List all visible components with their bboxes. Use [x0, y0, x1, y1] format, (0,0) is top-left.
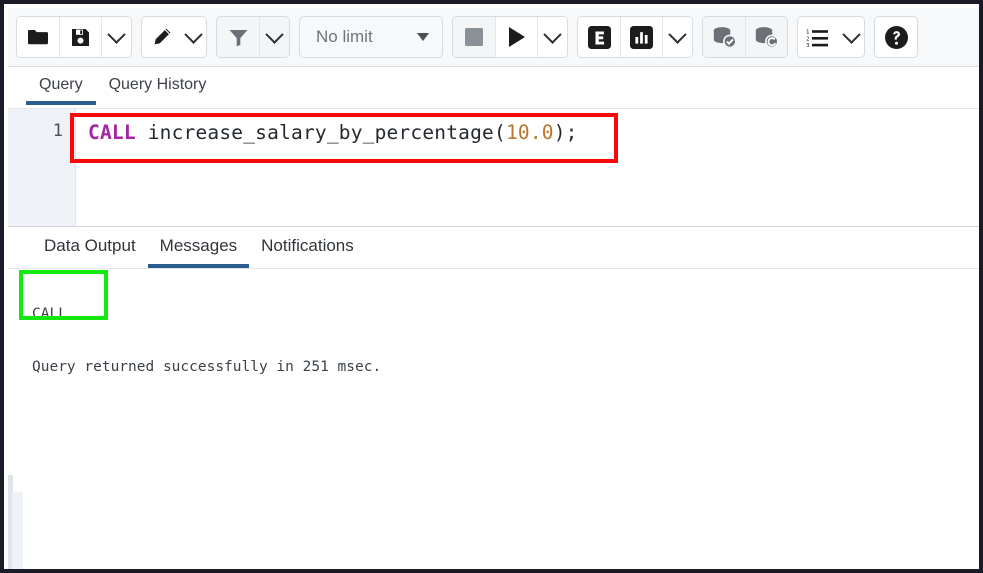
messages-output: CALL Query returned successfully in 251 …	[8, 269, 983, 573]
tab-query-history-label: Query History	[109, 76, 207, 93]
chevron-down-icon	[842, 25, 860, 43]
vertical-scrollbar[interactable]	[12, 492, 23, 573]
tab-query-history[interactable]: Query History	[96, 67, 220, 104]
output-panel: Data Output Messages Notifications CALL …	[8, 226, 983, 573]
explain-options-dropdown[interactable]	[662, 17, 692, 57]
toolbar: No limit	[8, 8, 983, 67]
tab-notifications-label: Notifications	[261, 236, 354, 255]
save-file-button[interactable]	[59, 17, 101, 57]
floppy-disk-save-icon	[71, 28, 90, 47]
sql-editor[interactable]: 1 CALL increase_salary_by_percentage(10.…	[8, 108, 983, 226]
folder-icon	[27, 28, 49, 46]
chevron-down-icon	[668, 25, 686, 43]
macros-options-dropdown[interactable]	[838, 17, 864, 57]
explain-button-group	[577, 16, 693, 58]
pencil-icon	[151, 27, 172, 48]
database-commit-icon	[712, 26, 737, 48]
chevron-down-icon	[417, 33, 429, 41]
edit-options-dropdown[interactable]	[180, 17, 206, 57]
window-content: No limit	[8, 8, 983, 573]
tab-data-output[interactable]: Data Output	[32, 227, 148, 267]
chevron-down-icon	[265, 25, 283, 43]
message-line-status: Query returned successfully in 251 msec.	[32, 359, 381, 375]
row-limit-value: No limit	[316, 27, 373, 47]
database-rollback-icon	[754, 26, 779, 48]
svg-text:2: 2	[806, 36, 810, 42]
sql-number: 10.0	[506, 121, 554, 144]
svg-text:3: 3	[806, 43, 810, 48]
funnel-filter-icon	[228, 28, 249, 47]
rollback-button[interactable]	[745, 17, 787, 57]
execute-button[interactable]	[495, 17, 537, 57]
bar-chart-icon	[630, 26, 653, 49]
sql-paren-open: (	[494, 121, 506, 144]
explain-analyze-button[interactable]	[620, 17, 662, 57]
play-triangle-icon	[508, 27, 525, 47]
commit-button[interactable]	[703, 17, 745, 57]
tab-notifications[interactable]: Notifications	[249, 227, 366, 267]
file-button-group	[16, 16, 132, 58]
filter-button-group	[216, 16, 290, 58]
sql-keyword: CALL	[88, 121, 136, 144]
stop-button[interactable]	[453, 17, 495, 57]
question-mark-help-icon	[884, 25, 909, 50]
message-line-call: CALL	[32, 306, 67, 322]
help-button[interactable]	[874, 16, 918, 58]
execute-options-dropdown[interactable]	[537, 17, 567, 57]
line-number: 1	[53, 121, 63, 141]
sql-paren-close: )	[554, 121, 566, 144]
chevron-down-icon	[184, 25, 202, 43]
sql-semicolon: ;	[566, 121, 578, 144]
chevron-down-icon	[107, 25, 125, 43]
output-tab-bar: Data Output Messages Notifications	[8, 227, 983, 269]
explain-e-icon	[588, 26, 611, 49]
editor-gutter: 1	[8, 109, 76, 227]
save-options-dropdown[interactable]	[101, 17, 131, 57]
tab-query[interactable]: Query	[26, 67, 96, 104]
tab-messages[interactable]: Messages	[148, 227, 249, 267]
sql-identifier: increase_salary_by_percentage	[148, 121, 494, 144]
edit-button[interactable]	[142, 17, 180, 57]
query-tool-window: No limit	[0, 0, 983, 573]
sql-code-line[interactable]: CALL increase_salary_by_percentage(10.0)…	[88, 119, 578, 147]
open-file-button[interactable]	[17, 17, 59, 57]
transaction-button-group	[702, 16, 788, 58]
filter-button[interactable]	[217, 17, 259, 57]
tab-messages-label: Messages	[160, 236, 237, 255]
edit-button-group	[141, 16, 207, 58]
explain-button[interactable]	[578, 17, 620, 57]
query-tab-bar: Query Query History	[8, 67, 983, 108]
stop-square-icon	[465, 28, 483, 46]
filter-options-dropdown[interactable]	[259, 17, 289, 57]
sql-space	[136, 121, 148, 144]
chevron-down-icon	[543, 25, 561, 43]
execute-button-group	[452, 16, 568, 58]
tab-data-output-label: Data Output	[44, 236, 136, 255]
numbered-list-icon: 1 2 3	[806, 27, 830, 48]
macros-button[interactable]: 1 2 3	[798, 17, 838, 57]
macros-button-group: 1 2 3	[797, 16, 865, 58]
tab-query-label: Query	[39, 76, 83, 93]
row-limit-select[interactable]: No limit	[299, 16, 443, 58]
svg-text:1: 1	[806, 29, 810, 35]
